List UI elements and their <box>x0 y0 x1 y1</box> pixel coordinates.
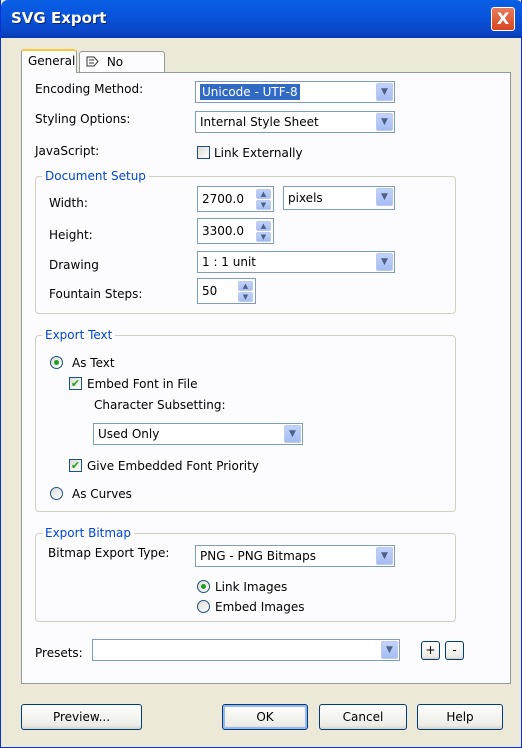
fountain-steps-input[interactable]: 50 ▲ ▼ <box>197 278 256 304</box>
spin-up-icon[interactable]: ▲ <box>256 221 271 231</box>
spin-down-icon[interactable]: ▼ <box>256 232 271 242</box>
link-images-label[interactable]: Link Images <box>215 580 287 594</box>
drawing-value: 1 : 1 unit <box>202 255 257 269</box>
svg-export-dialog: SVG Export X General No Issues Encoding … <box>0 0 522 748</box>
height-label: Height: <box>49 228 93 242</box>
preview-button[interactable]: Preview... <box>21 704 142 730</box>
chevron-down-icon[interactable]: ▼ <box>376 547 393 565</box>
height-input[interactable]: 3300.0 ▲ ▼ <box>197 218 274 244</box>
ok-button[interactable]: OK <box>222 704 308 730</box>
remove-preset-button[interactable]: - <box>445 641 464 660</box>
fountain-steps-value: 50 <box>202 284 218 298</box>
as-curves-label[interactable]: As Curves <box>72 487 132 501</box>
add-preset-button[interactable]: + <box>421 641 440 660</box>
as-text-radio[interactable] <box>50 356 63 369</box>
chevron-down-icon[interactable]: ▼ <box>376 113 393 131</box>
link-externally-checkbox[interactable] <box>197 146 210 159</box>
encoding-method-select[interactable]: Unicode - UTF-8 ▼ <box>195 81 395 103</box>
height-value: 3300.0 <box>202 224 244 238</box>
embed-images-label[interactable]: Embed Images <box>215 600 305 614</box>
issues-icon <box>86 53 99 67</box>
chevron-down-icon[interactable]: ▼ <box>376 83 393 101</box>
spin-up-icon[interactable]: ▲ <box>238 281 253 291</box>
tab-general[interactable]: General <box>21 49 77 73</box>
presets-select[interactable]: ▼ <box>92 639 400 661</box>
units-value: pixels <box>288 191 323 205</box>
embed-images-radio[interactable] <box>197 600 210 613</box>
bitmap-export-type-select[interactable]: PNG - PNG Bitmaps ▼ <box>195 545 395 567</box>
export-bitmap-title: Export Bitmap <box>42 526 135 540</box>
fountain-steps-label: Fountain Steps: <box>49 287 143 301</box>
spin-down-icon[interactable]: ▼ <box>256 200 271 210</box>
width-label: Width: <box>49 196 88 210</box>
link-externally-label[interactable]: Link Externally <box>214 146 303 160</box>
as-curves-radio[interactable] <box>50 487 63 500</box>
embed-font-label[interactable]: Embed Font in File <box>87 377 197 391</box>
tab-general-label: General <box>28 54 76 68</box>
tab-no-issues[interactable]: No Issues <box>79 51 165 89</box>
styling-options-label: Styling Options: <box>35 112 131 126</box>
drawing-label: Drawing <box>49 258 99 272</box>
character-subsetting-value: Used Only <box>98 427 160 441</box>
title-bar[interactable]: SVG Export X <box>1 0 522 38</box>
units-select[interactable]: pixels ▼ <box>283 186 395 210</box>
document-setup-title: Document Setup <box>42 169 149 183</box>
embed-font-checkbox[interactable]: ✔ <box>69 377 82 390</box>
spin-down-icon[interactable]: ▼ <box>238 292 253 302</box>
bitmap-export-type-label: Bitmap Export Type: <box>48 546 170 560</box>
chevron-down-icon[interactable]: ▼ <box>376 188 393 206</box>
bitmap-export-type-value: PNG - PNG Bitmaps <box>200 549 316 563</box>
close-button[interactable]: X <box>491 7 515 31</box>
chevron-down-icon[interactable]: ▼ <box>284 425 301 443</box>
export-text-title: Export Text <box>42 328 116 342</box>
font-priority-label[interactable]: Give Embedded Font Priority <box>87 459 259 473</box>
width-value: 2700.0 <box>202 192 244 206</box>
styling-options-select[interactable]: Internal Style Sheet ▼ <box>195 111 395 133</box>
as-text-label[interactable]: As Text <box>72 356 115 370</box>
chevron-down-icon[interactable]: ▼ <box>376 253 393 271</box>
spin-up-icon[interactable]: ▲ <box>256 189 271 199</box>
link-images-radio[interactable] <box>197 580 210 593</box>
window-title: SVG Export <box>11 9 107 27</box>
close-icon: X <box>496 9 510 28</box>
styling-options-value: Internal Style Sheet <box>200 115 319 129</box>
chevron-down-icon[interactable]: ▼ <box>381 641 398 659</box>
cancel-button[interactable]: Cancel <box>319 704 407 730</box>
help-button[interactable]: Help <box>417 704 503 730</box>
javascript-label: JavaScript: <box>35 144 100 158</box>
encoding-method-label: Encoding Method: <box>35 82 144 96</box>
encoding-method-value: Unicode - UTF-8 <box>200 84 300 100</box>
drawing-select[interactable]: 1 : 1 unit ▼ <box>197 251 395 273</box>
character-subsetting-label: Character Subsetting: <box>94 398 226 412</box>
font-priority-checkbox[interactable]: ✔ <box>69 459 82 472</box>
width-input[interactable]: 2700.0 ▲ ▼ <box>197 186 274 212</box>
character-subsetting-select[interactable]: Used Only ▼ <box>93 423 303 445</box>
presets-label: Presets: <box>35 646 83 660</box>
